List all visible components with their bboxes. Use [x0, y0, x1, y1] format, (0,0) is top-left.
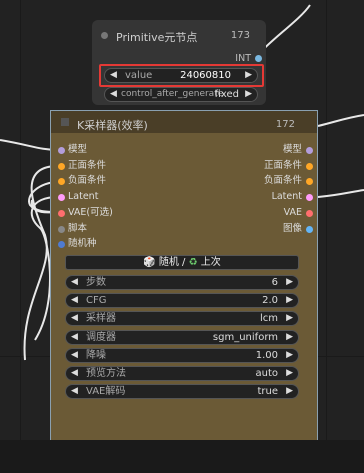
widget-label: 采样器 [86, 313, 116, 324]
value-widget[interactable]: ◀ value 24060810 ▶ [104, 68, 258, 83]
widget-value: 2.0 [262, 295, 278, 306]
node-id: 173 [230, 30, 250, 41]
steps-widget[interactable]: ◀ 步数 6 ▶ [65, 275, 299, 290]
input-slot-latent[interactable] [58, 194, 65, 201]
sampler-widget[interactable]: ◀ 采样器 lcm ▶ [65, 311, 299, 326]
input-label: Latent [68, 191, 99, 202]
input-slot-seed[interactable] [58, 241, 65, 248]
decrement-arrow-icon[interactable]: ◀ [71, 349, 78, 362]
seed-control-button[interactable]: 🎲 随机 / ♻ 上次 [65, 255, 299, 270]
scheduler-widget[interactable]: ◀ 调度器 sgm_uniform ▶ [65, 330, 299, 345]
widget-label: 降噪 [86, 350, 106, 361]
control-after-generate-widget[interactable]: ◀ control_after_generate fixed ▶ [104, 87, 258, 102]
node-title: K采样器(效率) [77, 119, 148, 132]
prev-arrow-icon[interactable]: ◀ [71, 385, 78, 398]
input-label: 正面条件 [68, 160, 107, 171]
increment-arrow-icon[interactable]: ▶ [286, 276, 293, 289]
input-slot-script[interactable] [58, 226, 65, 233]
widget-value: sgm_uniform [212, 332, 278, 343]
vae-decode-widget[interactable]: ◀ VAE解码 true ▶ [65, 384, 299, 399]
output-label: 模型 [282, 144, 302, 155]
output-slot-latent[interactable] [306, 194, 313, 201]
next-arrow-icon[interactable]: ▶ [286, 367, 293, 380]
output-label: Latent [271, 191, 302, 202]
node-collapse-icon[interactable] [61, 118, 69, 126]
decrement-arrow-icon[interactable]: ◀ [71, 276, 78, 289]
next-arrow-icon[interactable]: ▶ [286, 312, 293, 325]
widget-label: control_after_generate [121, 89, 224, 99]
graph-canvas[interactable]: Primitive元节点 173 INT ◀ value 24060810 ▶ … [0, 0, 364, 473]
node-id: 172 [275, 119, 295, 130]
input-slot-model[interactable] [58, 147, 65, 154]
next-arrow-icon[interactable]: ▶ [286, 385, 293, 398]
widget-value: fixed [214, 89, 239, 100]
preview-method-widget[interactable]: ◀ 预览方法 auto ▶ [65, 366, 299, 381]
widget-value: true [257, 386, 278, 397]
input-slot-vae[interactable] [58, 210, 65, 217]
decrement-arrow-icon[interactable]: ◀ [71, 294, 78, 307]
widget-label: VAE解码 [86, 386, 126, 397]
output-slot-positive[interactable] [306, 163, 313, 170]
widget-label: 步数 [86, 277, 106, 288]
node-title: Primitive元节点 [116, 31, 198, 44]
primitive-node[interactable]: Primitive元节点 173 INT ◀ value 24060810 ▶ … [92, 20, 266, 105]
node-collapse-icon[interactable] [101, 32, 108, 39]
prev-arrow-icon[interactable]: ◀ [71, 331, 78, 344]
cfg-widget[interactable]: ◀ CFG 2.0 ▶ [65, 293, 299, 308]
input-label: 模型 [68, 144, 88, 155]
widget-label: 调度器 [86, 332, 116, 343]
decrement-arrow-icon[interactable]: ◀ [110, 69, 117, 82]
dice-icon: 🎲 [143, 257, 156, 268]
input-label: 随机种 [68, 238, 97, 249]
input-label: 脚本 [68, 223, 88, 234]
prev-arrow-icon[interactable]: ◀ [110, 88, 117, 101]
prev-arrow-icon[interactable]: ◀ [71, 312, 78, 325]
output-slot-int[interactable] [255, 55, 262, 62]
output-label: 负面条件 [263, 175, 302, 186]
link-latent-out [317, 189, 364, 198]
increment-arrow-icon[interactable]: ▶ [245, 69, 252, 82]
separator: / [182, 257, 186, 268]
output-label: 图像 [282, 223, 302, 234]
output-label: 正面条件 [263, 160, 302, 171]
input-label: 负面条件 [68, 175, 107, 186]
widget-value: 6 [271, 277, 278, 288]
output-slot-model[interactable] [306, 147, 313, 154]
widget-label: 预览方法 [86, 368, 126, 379]
input-slot-negative[interactable] [58, 178, 65, 185]
widget-value: lcm [259, 313, 278, 324]
random-label: 随机 [158, 257, 179, 268]
widget-value: auto [255, 368, 278, 379]
output-slot-vae[interactable] [306, 210, 313, 217]
ksampler-node[interactable]: K采样器(效率) 172 模型 正面条件 负面条件 Latent VAE(可选)… [50, 110, 318, 440]
last-label: 上次 [200, 257, 221, 268]
widget-label: CFG [86, 295, 107, 306]
link-model-out [317, 114, 364, 127]
denoise-widget[interactable]: ◀ 降噪 1.00 ▶ [65, 348, 299, 363]
bottom-panel [0, 440, 364, 473]
input-label: VAE(可选) [68, 207, 113, 218]
recycle-icon: ♻ [188, 257, 198, 268]
widget-value: 1.00 [255, 350, 278, 361]
prev-arrow-icon[interactable]: ◀ [71, 367, 78, 380]
increment-arrow-icon[interactable]: ▶ [286, 349, 293, 362]
output-label: VAE [283, 207, 302, 218]
output-slot-negative[interactable] [306, 178, 313, 185]
widget-value: 24060810 [180, 70, 231, 81]
increment-arrow-icon[interactable]: ▶ [286, 294, 293, 307]
output-slot-image[interactable] [306, 226, 313, 233]
next-arrow-icon[interactable]: ▶ [286, 331, 293, 344]
next-arrow-icon[interactable]: ▶ [245, 88, 252, 101]
widget-label: value [125, 70, 153, 81]
input-slot-positive[interactable] [58, 163, 65, 170]
